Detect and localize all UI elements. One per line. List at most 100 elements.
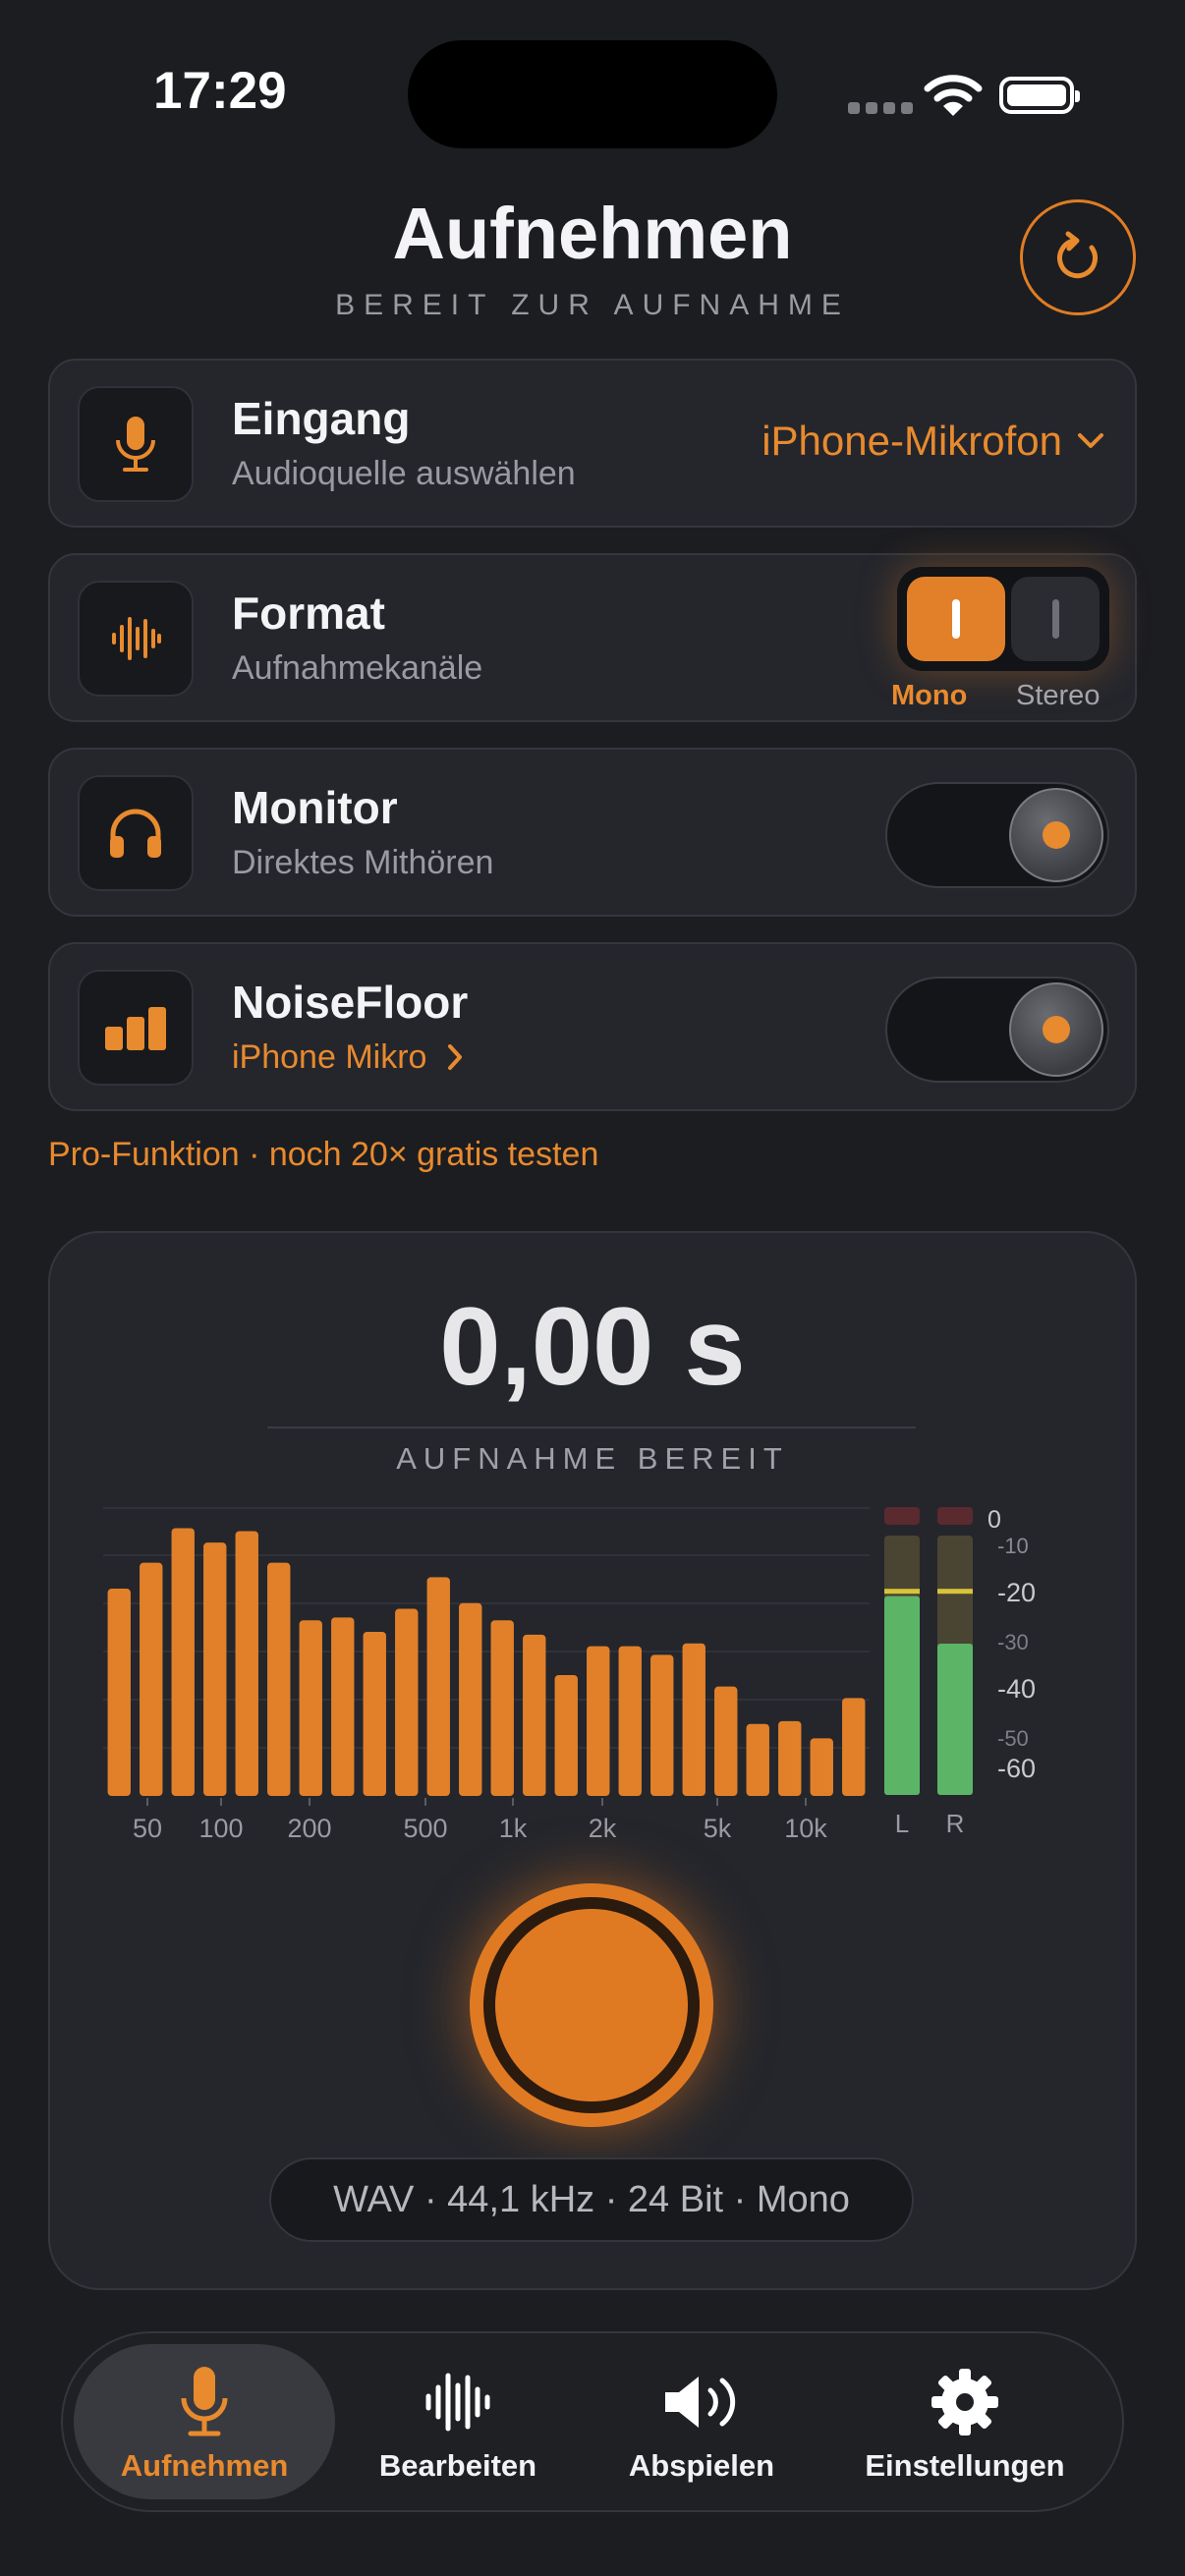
spectrum-bar xyxy=(778,1720,802,1796)
meter-peak xyxy=(884,1589,920,1595)
spectrum-bar xyxy=(523,1634,546,1796)
noisefloor-subtitle: iPhone Mikro xyxy=(232,1038,427,1076)
tab-label: Einstellungen xyxy=(865,2448,1065,2483)
tab-aufnehmen[interactable]: Aufnehmen xyxy=(77,2358,332,2484)
monitor-subtitle: Direktes Mithören xyxy=(232,844,494,881)
spectrum-bar xyxy=(618,1646,642,1796)
y-tick-label: -20 xyxy=(997,1578,1036,1607)
page-subtitle: BEREIT ZUR AUFNAHME xyxy=(335,289,850,321)
input-subtitle: Audioquelle auswählen xyxy=(232,455,576,492)
spectrum-bar xyxy=(810,1738,833,1796)
x-tick-label: 5k xyxy=(704,1814,732,1843)
toggle-knob xyxy=(1009,982,1103,1077)
spectrum-bar xyxy=(299,1620,322,1796)
segment-mono-label: Mono xyxy=(891,680,968,711)
noisefloor-card: NoiseFloor iPhone Mikro xyxy=(48,942,1137,1111)
spectrum-bar xyxy=(107,1589,131,1796)
wifi-icon xyxy=(924,73,983,123)
refresh-icon xyxy=(1057,231,1098,279)
tab-einstellungen[interactable]: Einstellungen xyxy=(837,2358,1093,2484)
clip-indicator xyxy=(937,1507,973,1525)
chevron-right-icon xyxy=(447,1044,462,1070)
spectrum-bar xyxy=(395,1608,419,1796)
timer-divider xyxy=(267,1427,916,1428)
segment-mono[interactable] xyxy=(907,577,1005,661)
tab-label: Bearbeiten xyxy=(378,2448,537,2483)
format-summary[interactable]: WAV · 44,1 kHz · 24 Bit · Mono xyxy=(269,2157,914,2242)
spectrum-bar xyxy=(650,1654,674,1796)
noisefloor-toggle[interactable] xyxy=(885,977,1109,1083)
microphone-icon xyxy=(77,2358,332,2446)
monitor-title: Monitor xyxy=(232,782,398,833)
input-card[interactable]: Eingang Audioquelle auswählen iPhone-Mik… xyxy=(48,359,1137,528)
spectrum-bar xyxy=(459,1602,482,1796)
bars-icon xyxy=(78,970,194,1086)
spectrum-bar xyxy=(203,1542,227,1796)
pro-trial-note[interactable]: Pro-Funktion · noch 20× gratis testen xyxy=(48,1136,598,1174)
spectrum-bar xyxy=(331,1617,355,1796)
clip-indicator xyxy=(884,1507,920,1525)
status-time: 17:29 xyxy=(153,62,287,120)
recording-timer: 0,00 s xyxy=(439,1285,746,1408)
toggle-knob xyxy=(1009,788,1103,882)
meter-peak xyxy=(937,1589,973,1595)
page-title: Aufnehmen xyxy=(392,193,793,274)
segment-stereo[interactable] xyxy=(1011,577,1100,661)
spectrum-bar xyxy=(171,1528,195,1796)
x-tick-label: 1k xyxy=(499,1814,528,1843)
format-subtitle: Aufnahmekanäle xyxy=(232,649,483,687)
format-title: Format xyxy=(232,588,385,639)
x-tick-label: 100 xyxy=(198,1814,243,1843)
x-tick-label: 50 xyxy=(133,1814,162,1843)
refresh-button[interactable] xyxy=(1020,199,1136,315)
tab-abspielen[interactable]: Abspielen xyxy=(574,2358,829,2484)
segment-stereo-label: Stereo xyxy=(1016,680,1100,711)
spectrum-bar xyxy=(426,1577,450,1796)
spectrum-bar xyxy=(235,1531,258,1796)
tab-bearbeiten[interactable]: Bearbeiten xyxy=(330,2358,586,2484)
y-tick-label: -10 xyxy=(997,1534,1029,1558)
meter-level xyxy=(937,1644,973,1795)
y-tick-label: -50 xyxy=(997,1726,1029,1751)
spectrum-bar xyxy=(842,1698,866,1796)
recording-state: AUFNAHME BEREIT xyxy=(396,1441,789,1476)
tab-label: Aufnehmen xyxy=(120,2448,289,2483)
monitor-toggle[interactable] xyxy=(885,782,1109,888)
y-tick-label: -30 xyxy=(997,1630,1029,1654)
speaker-icon xyxy=(574,2358,829,2446)
format-card: Format Aufnahmekanäle Mono Stereo xyxy=(48,553,1137,722)
x-tick-label: 200 xyxy=(287,1814,331,1843)
noisefloor-profile-link[interactable]: iPhone Mikro xyxy=(232,1038,466,1077)
dynamic-island xyxy=(408,40,777,148)
spectrum-bar xyxy=(363,1631,386,1796)
noisefloor-title: NoiseFloor xyxy=(232,977,469,1028)
y-tick-label: 0 xyxy=(988,1506,1001,1534)
chevron-down-icon xyxy=(1078,433,1103,448)
x-tick-label: 10k xyxy=(784,1814,827,1843)
spectrum-bar xyxy=(140,1562,163,1796)
spectrum-bar xyxy=(746,1723,769,1796)
waveform-icon xyxy=(78,581,194,697)
microphone-icon xyxy=(78,386,194,502)
spectrum-bar xyxy=(682,1643,705,1796)
cellular-signal-icon xyxy=(848,102,913,114)
headphones-icon xyxy=(78,775,194,891)
spectrum-bar xyxy=(554,1674,578,1796)
spectrum-bar xyxy=(587,1646,610,1796)
spectrum-bar xyxy=(490,1620,514,1796)
channel-segmented-control[interactable] xyxy=(897,567,1109,671)
meter-level xyxy=(884,1596,920,1795)
input-source-value: iPhone-Mikrofon xyxy=(762,418,1062,464)
meter-label: L xyxy=(895,1809,909,1838)
x-tick-label: 2k xyxy=(589,1814,617,1843)
tab-label: Abspielen xyxy=(628,2448,775,2483)
spectrum-bar xyxy=(714,1686,738,1796)
input-title: Eingang xyxy=(232,393,411,444)
record-button[interactable] xyxy=(470,1883,713,2127)
input-source-dropdown[interactable]: iPhone-Mikrofon xyxy=(762,418,1105,465)
meter-label: R xyxy=(946,1809,965,1838)
gear-icon xyxy=(837,2358,1093,2446)
spectrum-bar xyxy=(267,1562,291,1796)
battery-icon xyxy=(999,77,1080,114)
monitor-card: Monitor Direktes Mithören xyxy=(48,748,1137,917)
